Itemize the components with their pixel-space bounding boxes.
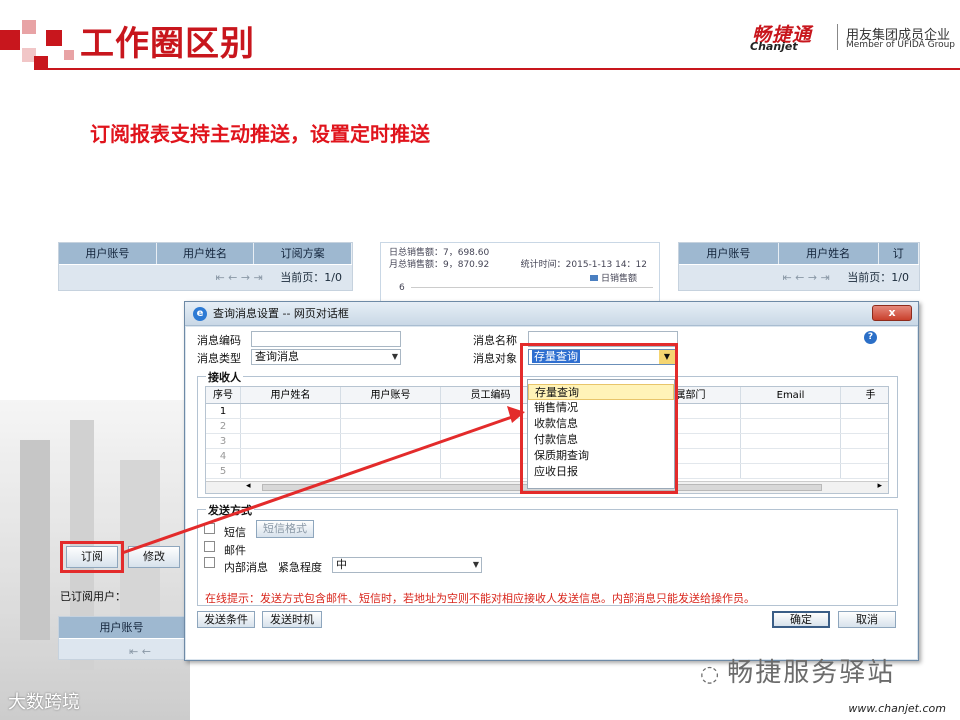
annotation-arrow <box>121 406 525 555</box>
footer-url: www.chanjet.com <box>848 702 946 715</box>
wechat-icon: ◌ <box>700 662 722 687</box>
wechat-account-label: ◌ 畅捷服务驿站 <box>700 658 896 688</box>
watermark: 大数跨境 <box>8 692 80 713</box>
